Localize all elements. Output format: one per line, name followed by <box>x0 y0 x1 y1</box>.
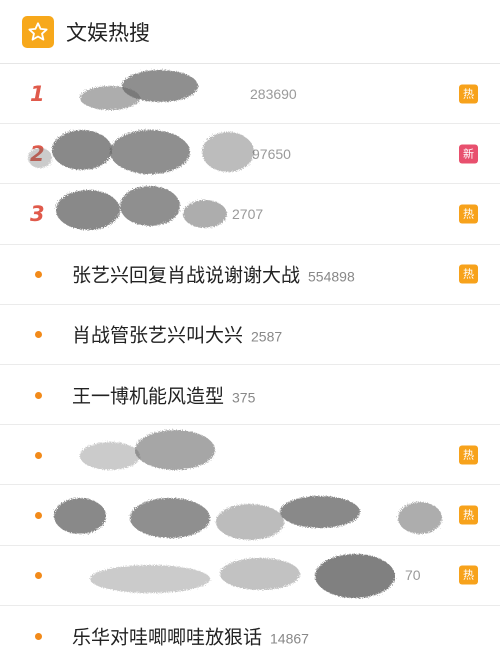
hot-search-item-3[interactable]: 3 2707 热 <box>0 184 500 245</box>
star-icon <box>22 15 54 48</box>
hot-search-list: 1 283690 热 2 97650 新 3 2707 热 张艺兴回复肖战说谢谢… <box>0 64 500 666</box>
search-count: 2707 <box>232 205 264 222</box>
section-header: 文娱热搜 <box>0 0 500 64</box>
hot-search-item-8[interactable]: 热 <box>0 485 500 546</box>
search-count: 283690 <box>250 85 297 102</box>
search-topic: 乐华对哇唧唧哇放狠话 14867 <box>72 626 309 649</box>
bullet-dot <box>35 391 42 399</box>
bullet-dot <box>35 632 42 640</box>
search-topic: 肖战管张艺兴叫大兴 2587 <box>72 324 283 347</box>
bullet-dot <box>35 451 42 459</box>
hot-badge: 热 <box>459 565 478 585</box>
search-count: 70 <box>405 567 421 584</box>
hot-search-item-7[interactable]: 热 <box>0 425 500 486</box>
hot-search-item-10[interactable]: 乐华对哇唧唧哇放狠话 14867 <box>0 606 500 666</box>
section-title: 文娱热搜 <box>66 20 150 45</box>
rank-number: 3 <box>30 201 45 226</box>
hot-search-item-2[interactable]: 2 97650 新 <box>0 124 500 185</box>
hot-search-item-4[interactable]: 张艺兴回复肖战说谢谢大战 554898 热 <box>0 245 500 305</box>
rank-number: 1 <box>30 81 45 106</box>
hot-search-item-5[interactable]: 肖战管张艺兴叫大兴 2587 <box>0 305 500 365</box>
rank-number: 2 <box>30 141 45 166</box>
search-count: 554898 <box>308 268 355 285</box>
bullet-dot <box>35 271 42 279</box>
hot-badge: 热 <box>459 445 478 465</box>
search-count: 14867 <box>270 630 309 647</box>
search-count: 375 <box>232 389 256 406</box>
hot-badge: 热 <box>459 204 478 224</box>
new-badge: 新 <box>459 144 478 164</box>
hot-badge: 热 <box>459 505 478 525</box>
bullet-dot <box>35 331 42 339</box>
bullet-dot <box>35 511 42 519</box>
bullet-dot <box>35 572 42 580</box>
hot-search-item-6[interactable]: 王一博机能风造型 375 <box>0 365 500 426</box>
hot-badge: 热 <box>459 84 478 104</box>
search-topic: 王一博机能风造型 375 <box>72 385 256 408</box>
search-count: 2587 <box>251 328 283 345</box>
hot-search-item-1[interactable]: 1 283690 热 <box>0 64 500 125</box>
hot-badge: 热 <box>459 264 478 284</box>
search-topic: 张艺兴回复肖战说谢谢大战 554898 <box>72 264 355 287</box>
hot-search-item-9[interactable]: 70 热 <box>0 546 500 606</box>
search-count: 97650 <box>252 145 291 162</box>
